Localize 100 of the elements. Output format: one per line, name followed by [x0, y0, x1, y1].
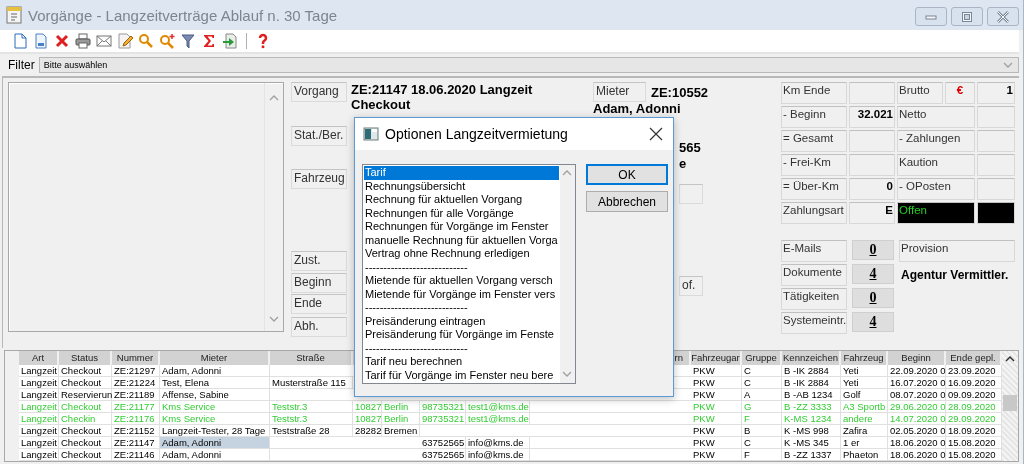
- field-label: E-Mails: [781, 240, 847, 262]
- dialog-button[interactable]: Abbrechen: [586, 191, 668, 212]
- list-item[interactable]: Rechnungen für alle Vorgänge: [364, 206, 559, 220]
- table-cell: 16.09.2020: [946, 377, 1002, 389]
- field-label: = Gesamt: [781, 130, 847, 152]
- field-value: 565: [679, 140, 701, 156]
- table-cell: Teststr.3: [270, 401, 353, 413]
- table-cell: PKW: [691, 377, 742, 389]
- table-cell: Berlin: [382, 401, 420, 413]
- column-header[interactable]: Art: [19, 351, 59, 365]
- table-cell: info@kms.de: [466, 437, 530, 449]
- table-cell: ZE:21189: [112, 389, 160, 401]
- column-header[interactable]: Status: [59, 351, 112, 365]
- dialog-button[interactable]: OK: [586, 164, 668, 185]
- field-label: Stat./Ber.: [291, 126, 347, 146]
- field-label: Ende: [291, 294, 347, 314]
- table-cell: ZE:21297: [112, 365, 160, 377]
- column-header[interactable]: Kennzeichen: [782, 351, 841, 365]
- field-value: ZE:21147 18.06.2020 Langzeit Checkout: [351, 82, 534, 112]
- table-cell: 10827: [353, 401, 382, 413]
- field-label: - OPosten: [897, 178, 975, 200]
- table-cell: C: [742, 365, 782, 377]
- table-cell: 18.09.2020: [946, 425, 1002, 437]
- list-item[interactable]: Mietende für Vorgänge im Fenster vers: [364, 287, 559, 301]
- table-cell: 28.09.2020: [946, 401, 1002, 413]
- list-item[interactable]: Tarif neu berechnen: [364, 355, 559, 369]
- table-cell: Langzeit: [19, 425, 59, 437]
- table-cell: Langzeit: [19, 401, 59, 413]
- field-label: Fahrzeug: [291, 169, 347, 189]
- table-cell: Langzeit: [19, 377, 59, 389]
- list-item[interactable]: ----------------------------: [364, 301, 559, 315]
- count-button[interactable]: 4: [852, 264, 894, 284]
- list-item[interactable]: manuelle Rechnung für aktuellen Vorga: [364, 233, 559, 247]
- table-cell: B -AB 1234: [782, 389, 841, 401]
- field-value: 0: [849, 178, 895, 200]
- field-label: Zahlungsart: [781, 202, 847, 224]
- field-value: 1: [977, 82, 1015, 104]
- list-item[interactable]: ----------------------------: [364, 341, 559, 355]
- table-cell: Checkout: [59, 437, 112, 449]
- list-item[interactable]: Rechnungen für Vorgänge im Fenster: [364, 220, 559, 234]
- list-item[interactable]: Mietende für aktuellen Vorgang versch: [364, 274, 559, 288]
- count-button[interactable]: 0: [852, 288, 894, 308]
- column-header[interactable]: Straße: [270, 351, 353, 365]
- table-cell: Adam, Adonni: [160, 437, 270, 449]
- table-cell: Checkout: [59, 401, 112, 413]
- column-header[interactable]: Gruppe: [742, 351, 782, 365]
- table-cell: 18.06.2020 0: [888, 437, 946, 449]
- list-item[interactable]: Vertrag ohne Rechnung erledigen: [364, 247, 559, 261]
- field-label: Provision: [899, 240, 1015, 262]
- field-value: e: [679, 156, 687, 172]
- table-cell: Berlin: [382, 413, 420, 425]
- count-button[interactable]: 4: [852, 312, 894, 332]
- list-item[interactable]: Tarif für Vorgänge im Fenster neu bere: [364, 368, 559, 382]
- table-cell: PKW: [691, 401, 742, 413]
- table-cell: Checkout: [59, 449, 112, 461]
- table-cell: ZE:21152: [112, 425, 160, 437]
- column-header[interactable]: Beginn: [888, 351, 946, 365]
- list-item[interactable]: Preisänderung eintragen: [364, 314, 559, 328]
- table-cell: test1@kms.de: [466, 401, 530, 413]
- table-cell: Yeti: [841, 365, 888, 377]
- count-button[interactable]: 0: [852, 240, 894, 260]
- list-item[interactable]: Preisänderung für Vorgänge im Fenste: [364, 328, 559, 342]
- filter-dropdown[interactable]: Bitte auswählen: [38, 57, 1019, 73]
- list-item[interactable]: Tarif: [364, 166, 559, 180]
- dialog-title: Optionen Langzeitvermietung: [385, 126, 568, 142]
- column-header[interactable]: Mieter: [160, 351, 270, 365]
- filter-label: Filter: [8, 58, 35, 72]
- field-label: Km Ende: [781, 82, 847, 104]
- table-cell: B -IK 2884: [782, 365, 841, 377]
- field-value: E: [849, 202, 895, 224]
- table-cell: K-MS 1234: [782, 413, 841, 425]
- table-cell: ZE:21177: [112, 401, 160, 413]
- table-cell: PKW: [691, 365, 742, 377]
- column-header[interactable]: Ende gepl.: [946, 351, 1002, 365]
- table-cell: Golf: [841, 389, 888, 401]
- table-cell: Checkout: [59, 365, 112, 377]
- dropdown-value: Bitte auswählen: [43, 60, 108, 70]
- field-label: Vorgang: [291, 82, 347, 102]
- table-cell: 1 er: [841, 437, 888, 449]
- column-header[interactable]: Fahrzeug: [841, 351, 888, 365]
- list-item[interactable]: ----------------------------: [364, 260, 559, 274]
- column-header[interactable]: Nummer: [112, 351, 160, 365]
- table-cell: G: [742, 401, 782, 413]
- field-value: ZE:10552: [651, 84, 709, 100]
- status-field: Offen: [897, 202, 975, 224]
- field-label: Brutto: [897, 82, 943, 104]
- table-cell: andere: [841, 413, 888, 425]
- table-cell: Yeti: [841, 377, 888, 389]
- table-cell: 10827: [353, 413, 382, 425]
- table-cell: Langzeit: [19, 437, 59, 449]
- list-item[interactable]: Rechnungsübersicht: [364, 179, 559, 193]
- list-item[interactable]: Rechnung für aktuellen Vorgang: [364, 193, 559, 207]
- column-header[interactable]: Fahrzeugar: [691, 351, 742, 365]
- table-cell: B -ZZ 3333: [782, 401, 841, 413]
- table-cell: ZE:21147: [112, 437, 160, 449]
- table-cell: Zafira: [841, 425, 888, 437]
- table-cell: Adam, Adonni: [160, 365, 270, 377]
- table-cell: 14.07.2020 0: [888, 413, 946, 425]
- table-cell: Teststr.3: [270, 413, 353, 425]
- table-cell: Musterstraße 115: [270, 377, 353, 389]
